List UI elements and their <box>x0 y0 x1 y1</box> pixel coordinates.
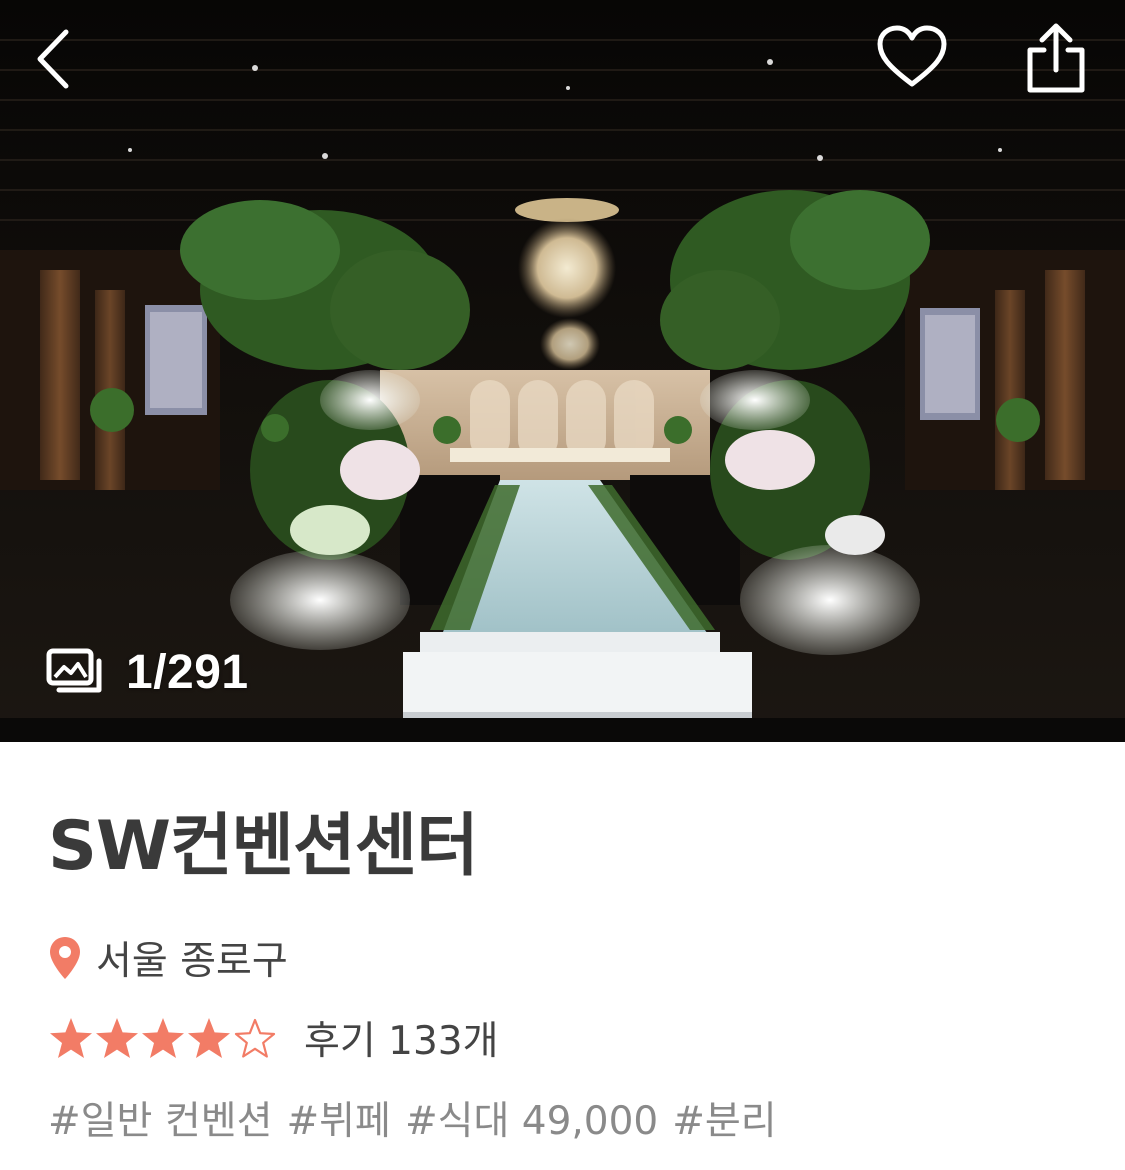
tag: #일반 컨벤션 <box>48 1099 273 1144</box>
tag: #식대 49,000 <box>404 1099 659 1144</box>
star-icon <box>188 1018 230 1058</box>
photo-counter: 1/291 <box>46 640 249 704</box>
like-button[interactable] <box>874 22 950 92</box>
hero-photo-carousel[interactable]: 1/291 <box>0 0 1125 742</box>
share-button[interactable] <box>1020 20 1092 96</box>
review-count[interactable]: 후기 133개 <box>304 1010 498 1066</box>
tag: #뷔페 <box>286 1099 391 1144</box>
star-icon <box>50 1018 92 1058</box>
venue-info: SW컨벤션센터 서울 종로구 후기 133개 #일반 컨벤션 #뷔페 #식대 4… <box>0 742 1125 1170</box>
rating-row[interactable]: 후기 133개 <box>48 1008 498 1068</box>
tag: #분리 <box>672 1099 777 1144</box>
back-button[interactable] <box>30 24 80 94</box>
location-pin-icon <box>50 937 80 979</box>
venue-title: SW컨벤션센터 <box>48 807 479 886</box>
venue-detail-screen: 1/291 SW컨벤션센터 서울 종로구 후기 133개 #일반 컨벤션 #뷔페… <box>0 0 1125 1170</box>
star-rating <box>48 1015 278 1061</box>
share-icon <box>1027 23 1085 93</box>
hero-photo <box>0 0 1125 742</box>
heart-icon <box>877 25 947 87</box>
gallery-icon <box>46 648 102 693</box>
location-text: 서울 종로구 <box>96 939 288 984</box>
star-icon <box>142 1018 184 1058</box>
tag-list: #일반 컨벤션 #뷔페 #식대 49,000 #분리 <box>48 1090 791 1146</box>
star-outline-icon <box>234 1018 276 1058</box>
chevron-left-icon <box>37 29 69 89</box>
star-icon <box>96 1018 138 1058</box>
location-row: 서울 종로구 <box>48 930 288 986</box>
photo-counter-text: 1/291 <box>126 645 249 699</box>
